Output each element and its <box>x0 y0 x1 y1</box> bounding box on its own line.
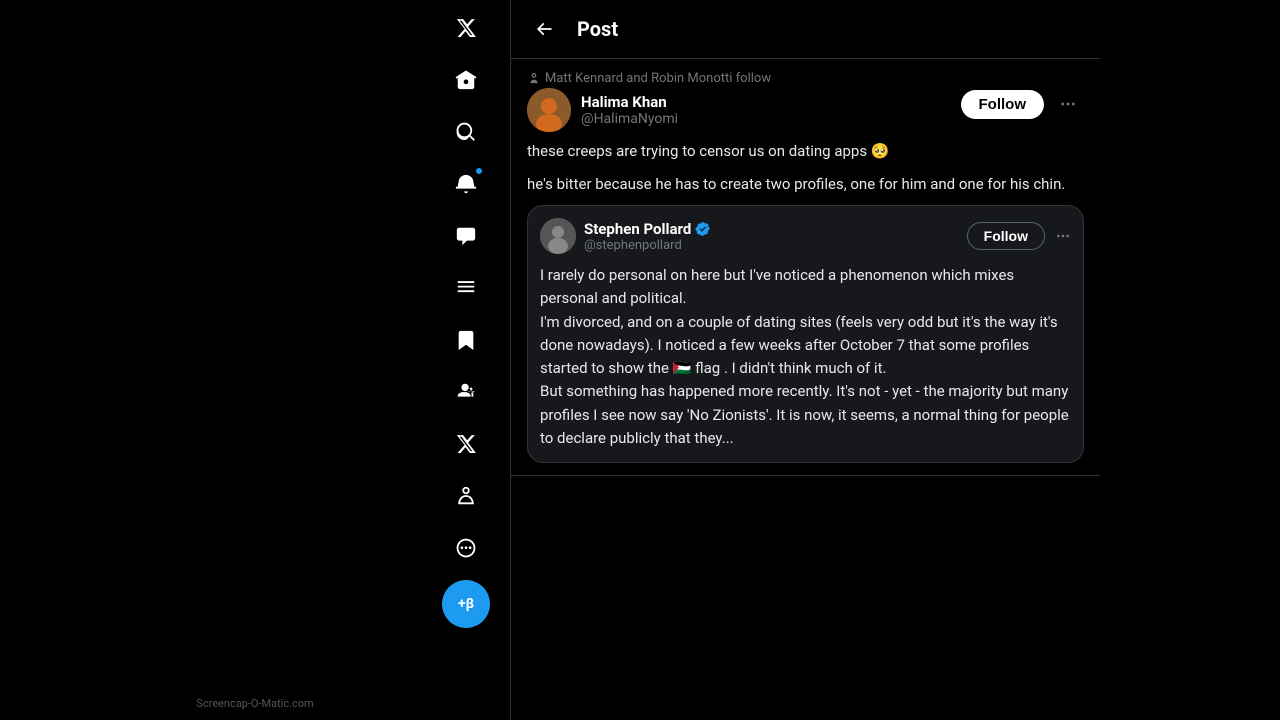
quoted-tweet-inner: Stephen Pollard @stephenpollard <box>528 206 1083 462</box>
home-nav-item[interactable] <box>442 56 490 104</box>
tweet-actions: Follow <box>961 88 1085 120</box>
tweet-container: Matt Kennard and Robin Monotti follow Ha… <box>511 59 1100 476</box>
bookmarks-nav-item[interactable] <box>442 316 490 364</box>
author-avatar <box>527 88 571 132</box>
notifications-nav-item[interactable] <box>442 160 490 208</box>
quoted-more-button[interactable] <box>1055 228 1071 244</box>
tweet-author-left: Halima Khan @HalimaNyomi <box>527 88 678 132</box>
x-small-nav-item[interactable] <box>442 420 490 468</box>
back-button[interactable] <box>527 12 561 46</box>
tweet-text-line2: he's bitter because he has to create two… <box>527 173 1084 196</box>
more-nav-item[interactable] <box>442 524 490 572</box>
quoted-author-left: Stephen Pollard @stephenpollard <box>540 218 711 254</box>
lists-nav-item[interactable] <box>442 264 490 312</box>
search-nav-item[interactable] <box>442 108 490 156</box>
quoted-author-avatar <box>540 218 576 254</box>
beta-button[interactable]: +β <box>442 580 490 628</box>
follows-text: Matt Kennard and Robin Monotti follow <box>545 71 771 86</box>
messages-nav-item[interactable] <box>442 212 490 260</box>
quoted-author-handle: @stephenpollard <box>584 238 711 253</box>
author-name: Halima Khan <box>581 93 678 111</box>
quoted-author-row: Stephen Pollard @stephenpollard <box>540 218 1071 254</box>
communities-nav-item[interactable] <box>442 368 490 416</box>
quoted-name-area: Stephen Pollard @stephenpollard <box>584 220 711 253</box>
quoted-tweet-text: I rarely do personal on here but I've no… <box>540 264 1071 450</box>
quoted-tweet: Stephen Pollard @stephenpollard <box>527 205 1084 463</box>
follow-button[interactable]: Follow <box>961 90 1045 119</box>
sidebar: +β Screencap-O-Matic.com <box>0 0 510 720</box>
follows-indicator: Matt Kennard and Robin Monotti follow <box>527 71 1084 86</box>
quoted-name-row: Stephen Pollard <box>584 220 711 238</box>
page-title: Post <box>577 17 618 41</box>
watermark: Screencap-O-Matic.com <box>0 697 510 710</box>
profile-nav-item[interactable] <box>442 472 490 520</box>
tweet-text-line1: these creeps are trying to censor us on … <box>527 140 1084 163</box>
quoted-author-name: Stephen Pollard <box>584 220 691 238</box>
verified-badge <box>695 221 711 237</box>
author-info: Halima Khan @HalimaNyomi <box>581 93 678 127</box>
author-handle: @HalimaNyomi <box>581 111 678 127</box>
main-content: Post Matt Kennard and Robin Monotti foll… <box>510 0 1100 720</box>
tweet-author-row: Halima Khan @HalimaNyomi Follow <box>527 88 1084 132</box>
post-header: Post <box>511 0 1100 59</box>
beta-label: +β <box>458 596 474 612</box>
notification-badge <box>474 166 484 176</box>
quoted-follow-button[interactable]: Follow <box>967 222 1045 250</box>
more-options-button[interactable] <box>1052 88 1084 120</box>
sidebar-nav: +β <box>442 4 490 628</box>
x-logo-icon[interactable] <box>442 4 490 52</box>
